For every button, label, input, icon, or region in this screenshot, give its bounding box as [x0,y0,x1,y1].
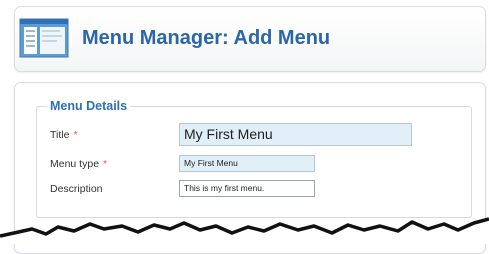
torn-edge-decoration [0,217,489,244]
